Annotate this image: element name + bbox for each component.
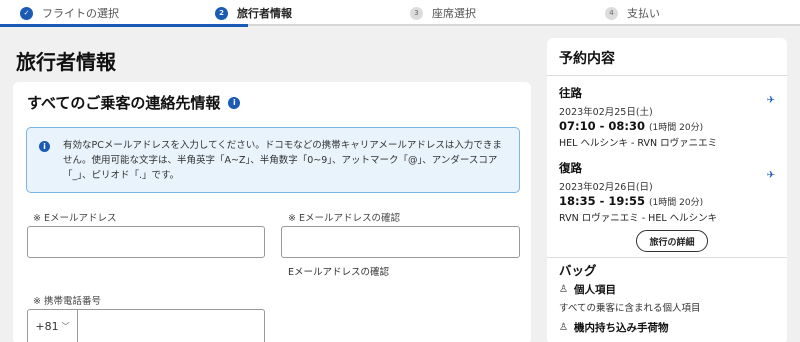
step-label: 座席選択	[432, 7, 476, 20]
contact-title-text: すべてのご乗客の連絡先情報	[27, 94, 221, 112]
step-payment: 4 支払い	[605, 0, 660, 26]
step-label: 旅行者情報	[237, 7, 292, 20]
step-seat-selection: 3 座席選択	[410, 0, 476, 26]
step-label: フライトの選択	[42, 7, 119, 20]
bag-icon: ♙	[559, 284, 568, 295]
airplane-icon: ✈	[766, 95, 775, 106]
step-number: 2	[215, 6, 228, 20]
personal-item-desc: すべての乗客に含まれる個人項目	[559, 303, 701, 314]
info-icon: i	[39, 141, 50, 152]
divider	[547, 257, 787, 258]
bag-icon: ♙	[559, 322, 568, 333]
notice-text: 有効なPCメールアドレスを入力してください。ドコモなどの携帯キャリアメールアドレ…	[63, 140, 502, 181]
bag-section-title: バッグ	[559, 263, 597, 278]
chevron-down-icon: ﹀	[61, 322, 70, 331]
step-traveler-info: 2 旅行者情報	[215, 0, 292, 26]
phone-label: ※ 携帯電話番号	[33, 296, 101, 307]
return-route: RVN ロヴァニエミ - HEL ヘルシンキ	[559, 213, 718, 224]
email-notice: i 有効なPCメールアドレスを入力してください。ドコモなどの携帯キャリアメールア…	[26, 127, 520, 193]
progress-steps: ✓ フライトの選択 2 旅行者情報 3 座席選択 4 支払い	[0, 0, 800, 27]
page-title: 旅行者情報	[16, 50, 116, 74]
return-leg: 復路 2023年02月26日(日) 18:35 - 19:55 (1時間 20分…	[559, 160, 779, 224]
divider	[547, 75, 787, 76]
contact-section-title: すべてのご乗客の連絡先情報 i	[27, 92, 241, 113]
outbound-title: 往路	[559, 86, 582, 100]
step-label: 支払い	[627, 7, 660, 20]
email-confirm-label: ※ Eメールアドレスの確認	[288, 213, 400, 224]
email-confirm-hint: Eメールアドレスの確認	[288, 267, 390, 278]
email-field[interactable]	[27, 226, 265, 258]
airplane-icon: ✈	[766, 170, 775, 181]
return-duration: (1時間 20分)	[649, 198, 704, 208]
trip-details-button[interactable]: 旅行の詳細	[636, 230, 708, 252]
step-flight-selection[interactable]: ✓ フライトの選択	[20, 0, 119, 26]
return-date: 2023年02月26日(日)	[559, 182, 653, 193]
return-title: 復路	[559, 161, 582, 175]
info-icon[interactable]: i	[228, 96, 241, 109]
step-number: 3	[410, 6, 423, 20]
outbound-duration: (1時間 20分)	[649, 123, 704, 133]
phone-field[interactable]: +81 ﹀	[27, 309, 265, 342]
summary-title: 予約内容	[559, 51, 615, 67]
country-code-select[interactable]: +81 ﹀	[28, 310, 78, 342]
carry-on-item: ♙ 機内持ち込み手荷物	[559, 322, 669, 334]
step-number: 4	[605, 6, 618, 20]
return-time: 18:35 - 19:55 (1時間 20分)	[559, 194, 704, 208]
personal-item: ♙ 個人項目	[559, 284, 616, 296]
progress-indicator	[0, 24, 248, 27]
country-code-value: +81	[35, 320, 59, 333]
outbound-leg: 往路 2023年02月25日(土) 07:10 - 08:30 (1時間 20分…	[559, 85, 779, 149]
contact-info-card: すべてのご乗客の連絡先情報 i i 有効なPCメールアドレスを入力してください。…	[13, 82, 531, 342]
outbound-time: 07:10 - 08:30 (1時間 20分)	[559, 119, 704, 133]
email-confirm-field[interactable]	[281, 226, 520, 258]
booking-summary: 予約内容 往路 2023年02月25日(土) 07:10 - 08:30 (1時…	[547, 38, 787, 342]
outbound-date: 2023年02月25日(土)	[559, 107, 653, 118]
outbound-route: HEL ヘルシンキ - RVN ロヴァニエミ	[559, 138, 718, 149]
check-icon: ✓	[20, 6, 33, 20]
email-label: ※ Eメールアドレス	[33, 213, 117, 224]
